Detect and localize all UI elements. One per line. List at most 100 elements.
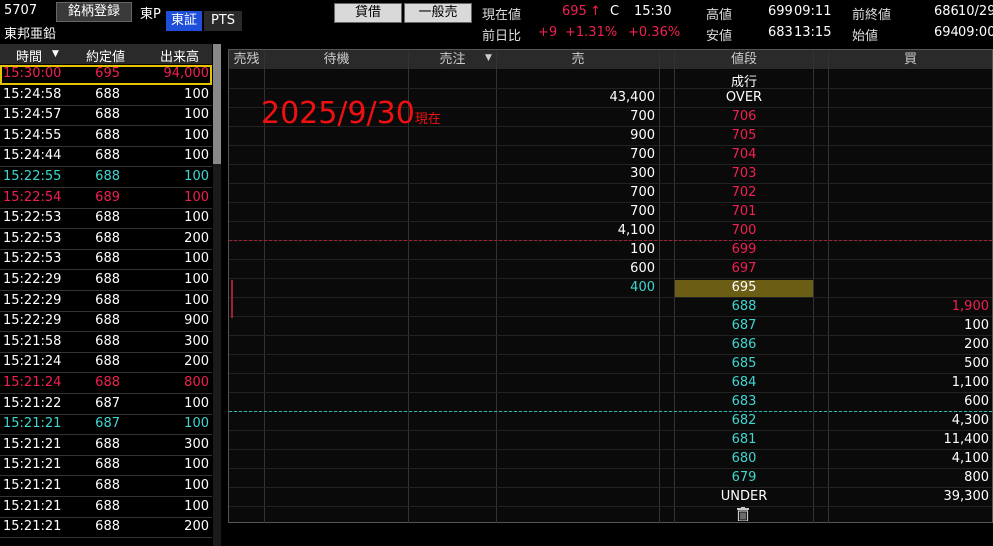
account-button[interactable]: 一般売	[404, 3, 472, 23]
tick-volume: 100	[184, 457, 209, 473]
board-buy-qty[interactable]: 1,100	[829, 375, 989, 390]
tick-price: 688	[95, 148, 120, 164]
table-row[interactable]: 15:24:55 688 100	[0, 127, 212, 147]
table-row[interactable]: 15:21:21 688 100	[0, 477, 212, 497]
tick-time: 15:21:21	[3, 436, 62, 452]
table-row[interactable]: 15:22:54 689 100	[0, 189, 212, 209]
trash-icon[interactable]	[737, 507, 749, 521]
tick-volume: 100	[184, 498, 209, 514]
board-price[interactable]: 成行	[675, 71, 813, 90]
table-row[interactable]: 15:22:29 688 100	[0, 292, 212, 312]
table-row[interactable]: 15:21:24 688 800	[0, 374, 212, 394]
sort-down-icon[interactable]: ▼	[52, 49, 59, 59]
board-price[interactable]: 688	[675, 299, 813, 314]
table-row[interactable]: 15:24:57 688 100	[0, 106, 212, 127]
register-button[interactable]: 銘柄登録	[56, 2, 132, 22]
board-sell-qty[interactable]: 300	[555, 166, 655, 181]
tick-time: 15:21:22	[3, 395, 62, 411]
table-row[interactable]: 15:21:21 688 100	[0, 498, 212, 518]
board-price[interactable]: 700	[675, 223, 813, 238]
board-sell-qty[interactable]: 43,400	[555, 90, 656, 105]
tick-header-volume[interactable]: 出来高	[160, 46, 199, 65]
tick-time: 15:22:53	[3, 210, 62, 226]
board-buy-qty[interactable]: 600	[829, 394, 989, 409]
board-price[interactable]: 680	[675, 451, 813, 466]
table-row[interactable]: 15:30:00 695 94,000	[0, 65, 212, 85]
sell-order-dropdown-icon[interactable]: ▼	[485, 53, 492, 63]
tick-time: 15:24:44	[3, 148, 62, 164]
board-price[interactable]: 705	[675, 128, 813, 143]
board-price[interactable]: OVER	[675, 90, 813, 105]
board-sell-qty[interactable]: 4,100	[555, 223, 655, 238]
tick-scrollbar-thumb[interactable]	[213, 44, 221, 164]
board-price[interactable]: 687	[675, 318, 813, 333]
table-row[interactable]: 15:22:29 688 100	[0, 271, 212, 291]
board-sell-qty[interactable]: 700	[555, 185, 655, 200]
tick-price: 688	[95, 519, 120, 535]
board-header-sell-order[interactable]: 売注	[409, 50, 496, 69]
board-price[interactable]: 684	[675, 375, 813, 390]
tick-volume: 100	[184, 189, 209, 205]
board-price[interactable]: 695	[675, 280, 813, 295]
table-row[interactable]: 15:22:53 688 100	[0, 250, 212, 271]
board-price[interactable]: 702	[675, 185, 813, 200]
board-buy-qty[interactable]: 11,400	[829, 432, 990, 447]
board-header-buy: 買	[829, 50, 992, 69]
tick-time: 15:22:54	[3, 189, 62, 205]
board-price[interactable]: 699	[675, 242, 813, 257]
board-price[interactable]: 704	[675, 147, 813, 162]
board-price[interactable]: UNDER	[675, 489, 813, 504]
table-row[interactable]: 15:21:24 688 200	[0, 353, 212, 374]
board-buy-qty[interactable]: 200	[829, 337, 989, 352]
board-buy-qty[interactable]: 4,300	[829, 413, 989, 428]
board-buy-qty[interactable]: 39,300	[829, 489, 990, 504]
table-row[interactable]: 15:22:53 688 200	[0, 230, 212, 250]
position-marker	[231, 280, 233, 318]
board-price[interactable]: 682	[675, 413, 813, 428]
board-sell-qty[interactable]: 600	[555, 261, 655, 276]
board-price[interactable]: 685	[675, 356, 813, 371]
board-price[interactable]: 703	[675, 166, 813, 181]
table-row[interactable]: 15:21:21 688 100	[0, 456, 212, 477]
board-buy-qty[interactable]: 1,900	[829, 299, 989, 314]
board-sell-qty[interactable]: 100	[555, 242, 655, 257]
lend-button[interactable]: 貸借	[334, 3, 402, 23]
board-buy-qty[interactable]: 4,100	[829, 451, 989, 466]
board-price[interactable]: 701	[675, 204, 813, 219]
table-row[interactable]: 15:21:21 687 100	[0, 415, 212, 436]
table-row[interactable]: 15:21:58 688 300	[0, 333, 212, 353]
tick-volume: 200	[184, 354, 209, 370]
tab-tosho[interactable]: 東証	[166, 11, 202, 31]
table-row[interactable]: 15:21:21 688 300	[0, 436, 212, 456]
tick-price: 688	[95, 436, 120, 452]
table-row[interactable]: 15:22:53 688 100	[0, 209, 212, 230]
tick-volume: 100	[184, 478, 209, 493]
tick-header-time[interactable]: 時間	[16, 46, 42, 65]
table-row[interactable]: 15:24:58 688 100	[0, 86, 212, 106]
board-price[interactable]: 686	[675, 337, 813, 352]
table-row[interactable]: 15:21:22 687 100	[0, 395, 212, 415]
tick-volume: 200	[184, 230, 209, 246]
board-price[interactable]: 706	[675, 109, 813, 124]
board-price[interactable]: 681	[675, 432, 813, 447]
board-price[interactable]: 679	[675, 470, 813, 485]
tick-price: 688	[95, 107, 120, 123]
board-buy-qty[interactable]: 500	[829, 356, 989, 371]
board-sell-qty[interactable]: 700	[555, 204, 655, 219]
table-row[interactable]: 15:22:29 688 900	[0, 312, 212, 333]
board-sell-qty[interactable]: 900	[555, 128, 655, 143]
board-buy-qty[interactable]: 100	[829, 318, 989, 333]
board-sell-qty[interactable]: 700	[555, 147, 655, 162]
board-buy-qty[interactable]: 800	[829, 470, 989, 485]
tab-pts[interactable]: PTS	[204, 11, 242, 31]
board-header-sell-remain: 売残	[229, 50, 264, 69]
board-sell-qty[interactable]: 400	[555, 280, 655, 295]
board-price[interactable]: 697	[675, 261, 813, 276]
tick-price: 688	[95, 333, 120, 349]
tick-header-price[interactable]: 約定値	[86, 46, 125, 65]
board-sell-qty[interactable]: 700	[555, 109, 655, 124]
table-row[interactable]: 15:21:21 688 200	[0, 518, 212, 539]
table-row[interactable]: 15:24:44 688 100	[0, 147, 212, 168]
table-row[interactable]: 15:22:55 688 100	[0, 168, 212, 188]
board-price[interactable]: 683	[675, 394, 813, 409]
